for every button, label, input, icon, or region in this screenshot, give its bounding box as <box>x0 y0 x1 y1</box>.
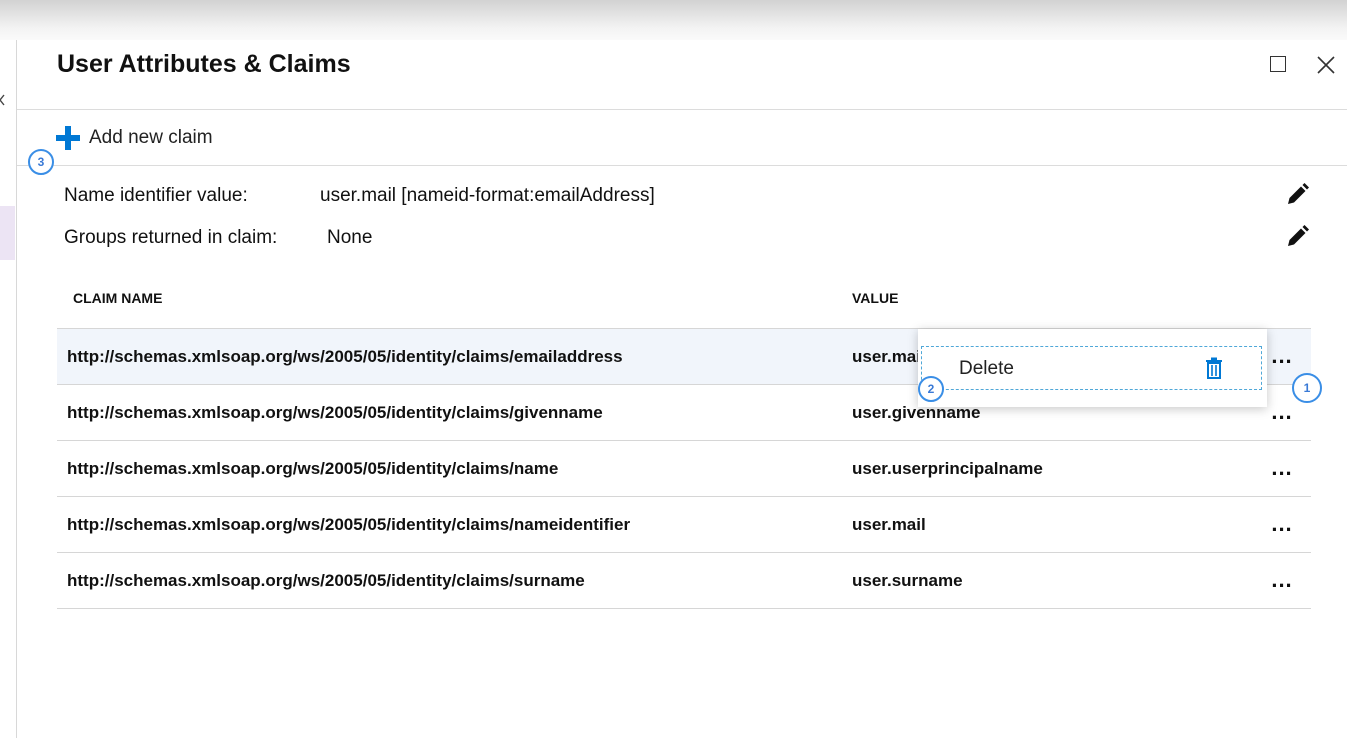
add-new-claim-button[interactable]: Add new claim <box>55 122 213 154</box>
claim-name-cell: http://schemas.xmlsoap.org/ws/2005/05/id… <box>67 571 585 590</box>
trash-icon <box>1206 357 1222 379</box>
top-bar <box>0 0 1347 41</box>
previous-blade-edge <box>0 40 17 738</box>
plus-icon <box>56 126 80 150</box>
name-identifier-label: Name identifier value: <box>64 185 248 206</box>
name-identifier-value: user.mail [nameid-format:emailAddress] <box>320 185 655 206</box>
callout-badge-3: 3 <box>28 149 54 175</box>
maximize-icon[interactable] <box>1270 56 1286 72</box>
claim-value-cell: user.surname <box>852 571 963 590</box>
more-icon[interactable]: ... <box>1267 457 1297 483</box>
claim-name-cell: http://schemas.xmlsoap.org/ws/2005/05/id… <box>67 459 559 478</box>
row-context-menu: Delete <box>918 329 1267 407</box>
close-icon[interactable] <box>1315 54 1337 76</box>
column-header-claim-name: CLAIM NAME <box>73 290 163 306</box>
edit-groups-claim-pencil-icon[interactable] <box>1284 224 1310 250</box>
collapse-chevron-icon[interactable] <box>0 94 6 106</box>
edit-name-identifier-pencil-icon[interactable] <box>1284 182 1310 208</box>
claim-name-cell: http://schemas.xmlsoap.org/ws/2005/05/id… <box>67 515 631 534</box>
claim-value-cell: user.userprincipalname <box>852 459 1043 478</box>
column-header-value: VALUE <box>852 290 899 306</box>
command-bar: Add new claim <box>17 110 1347 166</box>
claim-value-cell: user.mail <box>852 515 926 534</box>
more-icon[interactable]: ... <box>1267 569 1297 595</box>
claims-table-header: CLAIM NAME VALUE <box>57 290 1311 320</box>
more-icon[interactable]: ... <box>1267 513 1297 539</box>
add-new-claim-label: Add new claim <box>89 127 213 148</box>
claims-blade: User Attributes & Claims Add new claim N… <box>17 40 1347 738</box>
claim-name-cell: http://schemas.xmlsoap.org/ws/2005/05/id… <box>67 403 603 422</box>
more-icon[interactable]: ... <box>1267 345 1297 371</box>
table-row[interactable]: http://schemas.xmlsoap.org/ws/2005/05/id… <box>57 441 1311 497</box>
claim-value-cell: user.mail <box>852 347 926 366</box>
delete-label: Delete <box>959 358 1014 379</box>
callout-badge-1: 1 <box>1292 373 1322 403</box>
claim-name-cell: http://schemas.xmlsoap.org/ws/2005/05/id… <box>67 347 623 366</box>
blade-header: User Attributes & Claims <box>17 40 1347 110</box>
previous-blade-selected-item <box>0 206 15 260</box>
delete-menu-item[interactable]: Delete <box>921 346 1262 390</box>
table-row[interactable]: http://schemas.xmlsoap.org/ws/2005/05/id… <box>57 497 1311 553</box>
callout-badge-2: 2 <box>918 376 944 402</box>
table-row[interactable]: http://schemas.xmlsoap.org/ws/2005/05/id… <box>57 553 1311 609</box>
groups-claim-label: Groups returned in claim: <box>64 227 278 248</box>
more-icon[interactable]: ... <box>1267 401 1297 427</box>
page-title: User Attributes & Claims <box>57 50 351 78</box>
groups-claim-value: None <box>327 227 373 248</box>
